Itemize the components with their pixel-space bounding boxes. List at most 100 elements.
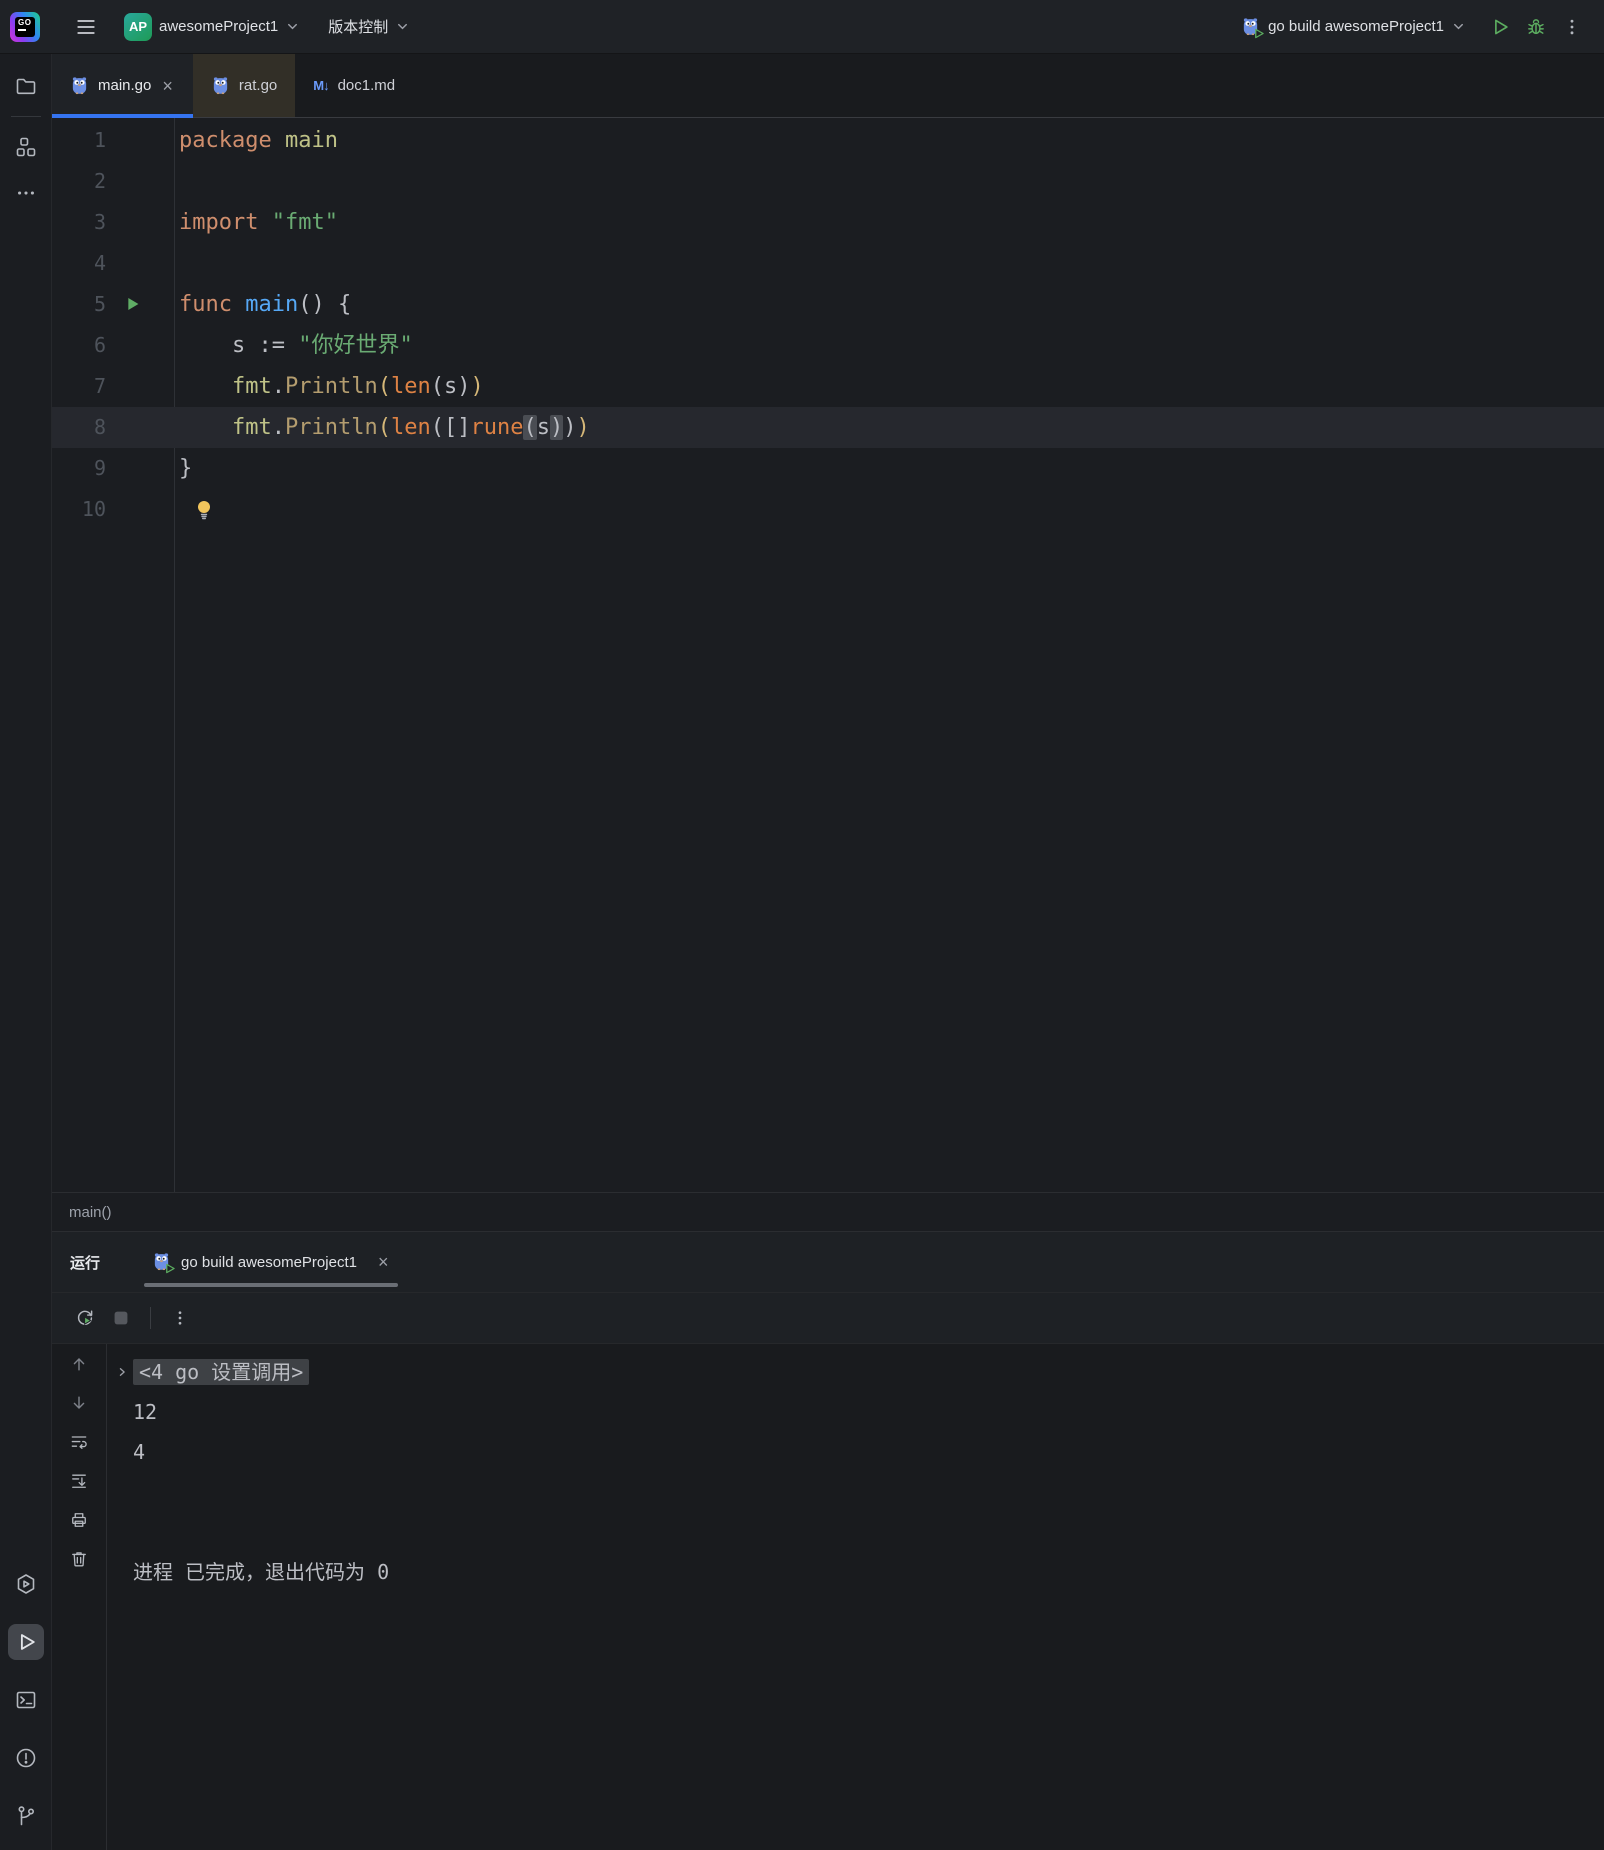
code-text <box>174 243 179 284</box>
line-number[interactable]: 7 <box>52 366 106 407</box>
problems-icon <box>14 1746 38 1770</box>
code-line[interactable]: 1package main <box>52 120 1604 161</box>
chevron-down-icon <box>395 19 410 34</box>
console-more-button[interactable] <box>165 1303 195 1333</box>
line-number[interactable]: 1 <box>52 120 106 161</box>
folded-command-text[interactable]: <4 go 设置调用> <box>133 1359 309 1385</box>
trash-icon <box>69 1549 89 1569</box>
line-number[interactable]: 6 <box>52 325 106 366</box>
run-panel-title: 运行 <box>70 1232 100 1292</box>
line-number[interactable]: 9 <box>52 448 106 489</box>
run-line-icon[interactable] <box>121 293 143 315</box>
markdown-file-icon: M↓ <box>313 78 328 93</box>
goland-logo-icon: GO <box>10 12 40 42</box>
project-badge: AP <box>124 13 152 41</box>
code-text: fmt.Println(len(s)) <box>174 366 484 407</box>
run-config-name: go build awesomeProject1 <box>1268 18 1444 35</box>
clear-console-button[interactable] <box>65 1545 93 1573</box>
code-text <box>174 489 179 530</box>
line-number[interactable]: 4 <box>52 243 106 284</box>
vcs-label: 版本控制 <box>328 16 388 37</box>
run-button[interactable] <box>1482 9 1518 45</box>
stop-button[interactable] <box>106 1303 136 1333</box>
code-line[interactable]: 10 <box>52 489 1604 530</box>
scroll-to-end-button[interactable] <box>65 1467 93 1495</box>
tab-label: main.go <box>98 77 151 94</box>
code-line[interactable]: 7 fmt.Println(len(s)) <box>52 366 1604 407</box>
more-actions-button[interactable] <box>1554 9 1590 45</box>
toolbar-separator <box>150 1307 151 1329</box>
debug-button[interactable] <box>1518 9 1554 45</box>
run-overlay-icon <box>1253 28 1264 39</box>
console-toolbar <box>52 1344 107 1850</box>
console-output[interactable]: <4 go 设置调用>124进程 已完成，退出代码为 0 <box>107 1344 1604 1850</box>
sidebar-item-git[interactable] <box>8 1798 44 1834</box>
breadcrumb-item[interactable]: main() <box>69 1204 112 1221</box>
tab-doc1-md[interactable]: M↓ doc1.md <box>295 54 413 117</box>
prev-occurrence-button[interactable] <box>65 1350 93 1378</box>
console-line: 4 <box>133 1432 1604 1472</box>
tab-main-go[interactable]: main.go × <box>52 54 193 117</box>
breadcrumb[interactable]: main() <box>52 1192 1604 1231</box>
code-line[interactable]: 9} <box>52 448 1604 489</box>
sidebar-item-structure[interactable] <box>8 129 44 165</box>
arrow-up-icon <box>69 1354 89 1374</box>
run-console: <4 go 设置调用>124进程 已完成，退出代码为 0 <box>52 1343 1604 1850</box>
close-tab-icon[interactable]: × <box>160 77 175 95</box>
line-number[interactable]: 2 <box>52 161 106 202</box>
run-configuration-widget[interactable]: go build awesomeProject1 <box>1231 9 1476 45</box>
play-icon <box>1489 16 1511 38</box>
code-line[interactable]: 5 func main() { <box>52 284 1604 325</box>
code-text: } <box>174 448 192 489</box>
sidebar-item-run[interactable] <box>8 1624 44 1660</box>
next-occurrence-button[interactable] <box>65 1389 93 1417</box>
console-line <box>133 1512 1604 1552</box>
sidebar-item-more-toolwindows[interactable] <box>8 175 44 211</box>
code-line[interactable]: 6 s := "你好世界" <box>52 325 1604 366</box>
sidebar-item-project[interactable] <box>8 68 44 104</box>
gutter-icon-slot <box>106 489 174 530</box>
code-line[interactable]: 8 fmt.Println(len([]rune(s))) <box>52 407 1604 448</box>
rerun-icon <box>74 1307 96 1329</box>
code-line[interactable]: 2 <box>52 161 1604 202</box>
kebab-menu-icon <box>171 1309 189 1327</box>
code-text: s := "你好世界" <box>174 325 413 366</box>
bug-icon <box>1525 16 1547 38</box>
gutter-icon-slot <box>106 284 174 325</box>
fold-chevron-icon[interactable] <box>116 1364 129 1380</box>
print-button[interactable] <box>65 1506 93 1534</box>
sidebar-item-problems[interactable] <box>8 1740 44 1776</box>
rerun-button[interactable] <box>70 1303 100 1333</box>
main-menu-button[interactable] <box>68 9 104 45</box>
close-tab-icon[interactable]: × <box>376 1253 391 1271</box>
services-icon <box>14 1572 38 1596</box>
terminal-icon <box>14 1688 38 1712</box>
run-toolwindow-icon <box>13 1629 39 1655</box>
code-line[interactable]: 4 <box>52 243 1604 284</box>
project-widget[interactable]: AP awesomeProject1 <box>114 9 310 45</box>
sidebar-item-terminal[interactable] <box>8 1682 44 1718</box>
go-file-icon <box>211 76 230 95</box>
run-tab[interactable]: go build awesomeProject1 × <box>140 1232 402 1292</box>
line-number[interactable]: 8 <box>52 407 106 448</box>
line-number[interactable]: 5 <box>52 284 106 325</box>
run-panel-header: 运行 go build awesomeProject1 × <box>52 1232 1604 1292</box>
hamburger-icon <box>75 16 97 38</box>
line-number[interactable]: 10 <box>52 489 106 530</box>
gutter-icon-slot <box>106 161 174 202</box>
goland-window: GO AP awesomeProject1 版本控制 go build <box>0 0 1604 1850</box>
line-number[interactable]: 3 <box>52 202 106 243</box>
arrow-down-icon <box>69 1393 89 1413</box>
printer-icon <box>69 1510 89 1530</box>
main-toolbar: GO AP awesomeProject1 版本控制 go build <box>0 0 1604 54</box>
code-line[interactable]: 3import "fmt" <box>52 202 1604 243</box>
sidebar-divider <box>11 116 41 117</box>
tab-rat-go[interactable]: rat.go <box>193 54 295 117</box>
run-overlay-icon <box>164 1263 175 1274</box>
vcs-widget[interactable]: 版本控制 <box>318 9 420 45</box>
code-text: func main() { <box>174 284 351 325</box>
soft-wrap-button[interactable] <box>65 1428 93 1456</box>
editor-tabbar: main.go × rat.go M↓ doc1.md <box>52 54 1604 118</box>
sidebar-item-services[interactable] <box>8 1566 44 1602</box>
code-editor[interactable]: 1package main23import "fmt"45 func main(… <box>52 118 1604 1192</box>
